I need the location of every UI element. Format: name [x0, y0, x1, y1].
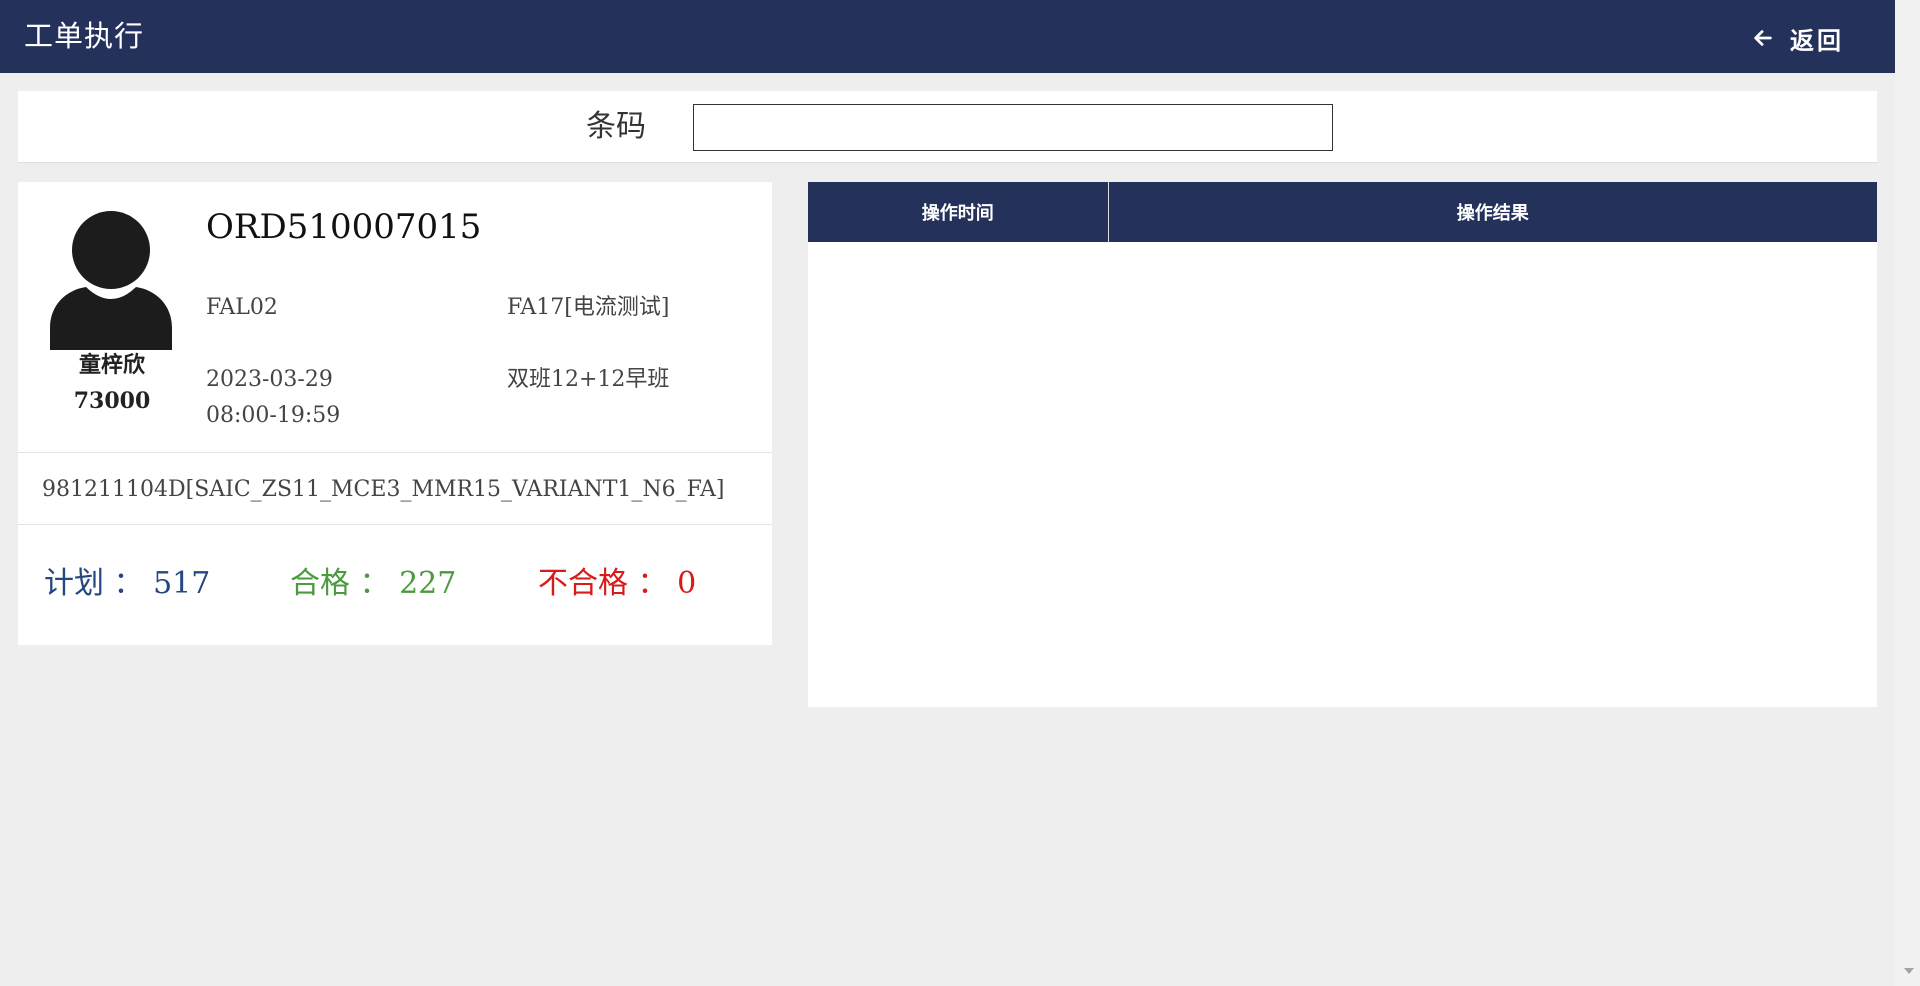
user-avatar-icon: [50, 211, 172, 350]
back-button[interactable]: 返回: [1752, 20, 1844, 56]
station: FA17[电流测试]: [507, 295, 670, 320]
arrow-left-icon: [1754, 30, 1772, 46]
product-code: 981211104D[SAIC_ZS11_MCE3_MMR15_VARIANT1…: [42, 477, 725, 502]
column-header-time: 操作时间: [808, 182, 1109, 242]
barcode-label: 条码: [586, 109, 646, 144]
operation-log-table: 操作时间 操作结果: [808, 182, 1877, 242]
order-number: ORD510007015: [206, 207, 482, 247]
barcode-panel: 条码: [18, 91, 1877, 163]
divider: [18, 524, 772, 525]
operator-name: 童梓欣: [78, 352, 145, 378]
work-date: 2023-03-29: [206, 367, 333, 392]
order-info-panel: 童梓欣 73000 ORD510007015 FAL02 FA17[电流测试] …: [18, 182, 772, 645]
line-code: FAL02: [206, 295, 278, 320]
app-header: 工单执行 返回: [0, 0, 1895, 73]
plan-count: 计划 ： 517: [44, 566, 211, 601]
operator-id: 73000: [73, 388, 151, 414]
operation-log-panel: 操作时间 操作结果: [808, 182, 1877, 707]
page-title: 工单执行: [24, 19, 145, 53]
pass-count: 合格 ： 227: [290, 566, 457, 601]
divider: [18, 452, 772, 453]
column-header-result: 操作结果: [1108, 182, 1877, 242]
fail-count: 不合格 ： 0: [538, 566, 697, 601]
work-time-range: 08:00-19:59: [206, 403, 341, 428]
shift: 双班12+12早班: [507, 367, 670, 392]
vertical-scrollbar[interactable]: [1895, 0, 1920, 986]
table-header-row: 操作时间 操作结果: [808, 182, 1877, 242]
back-label: 返回: [1790, 25, 1844, 55]
barcode-input[interactable]: [693, 104, 1333, 151]
scroll-down-icon[interactable]: [1904, 968, 1914, 974]
